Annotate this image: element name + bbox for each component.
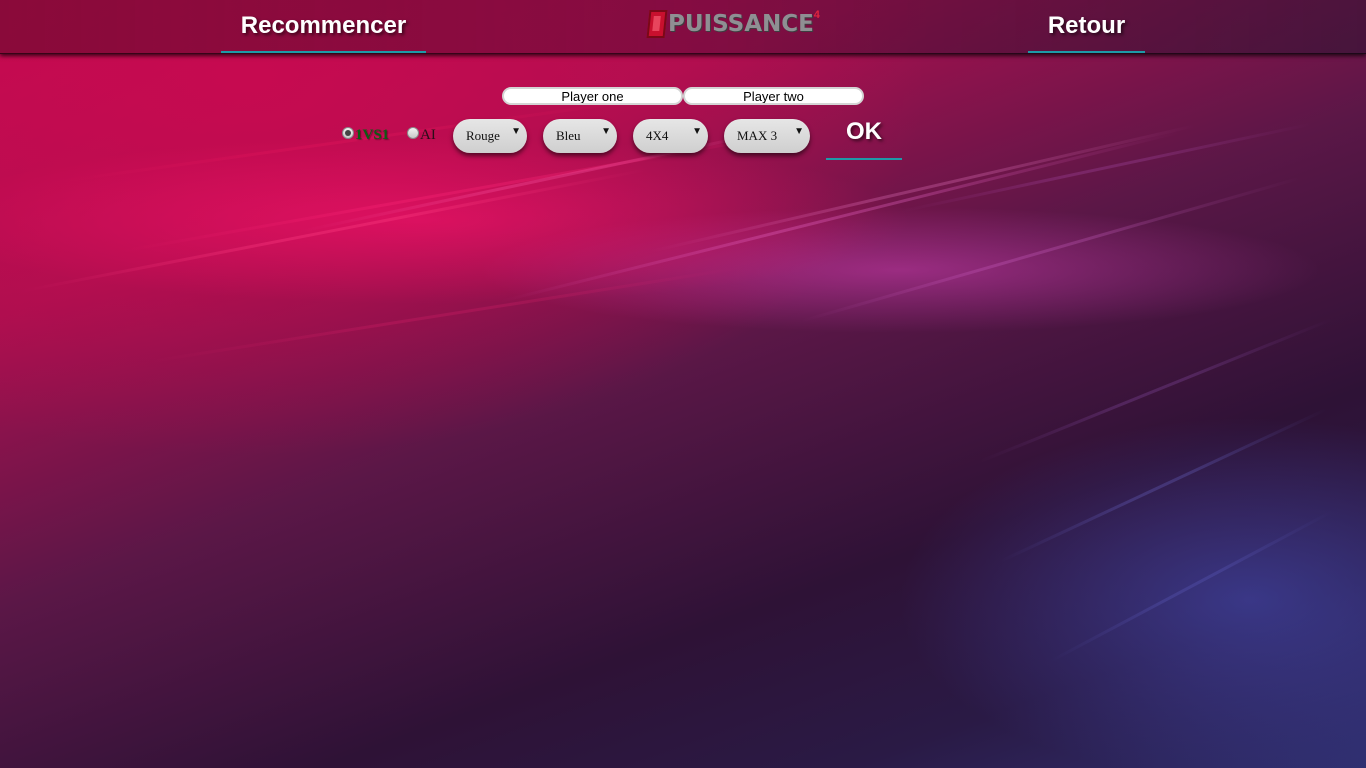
light-streak — [1049, 509, 1334, 663]
ok-button[interactable]: OK — [826, 112, 902, 160]
dropdown-arrow-icon: ▼ — [601, 126, 611, 137]
top-navbar: Recommencer PUISSANCE 4 Retour — [0, 0, 1366, 54]
mode-radio-1vs1[interactable]: 1VS1 — [342, 126, 389, 144]
select-value: Rouge — [466, 128, 500, 143]
dropdown-arrow-icon: ▼ — [511, 126, 521, 137]
player-two-color-select[interactable]: Bleu ▼ — [543, 119, 617, 153]
grid-size-select[interactable]: 4X4 ▼ — [633, 119, 708, 153]
light-streak — [149, 266, 743, 363]
restart-link[interactable]: Recommencer — [221, 0, 426, 53]
background-streaks — [0, 0, 1366, 768]
mode-label-ai: AI — [420, 126, 436, 143]
logo: PUISSANCE 4 — [646, 8, 820, 40]
light-streak — [19, 167, 649, 293]
player-two-name-input[interactable] — [683, 87, 864, 105]
mode-label-1vs1: 1VS1 — [355, 126, 390, 143]
logo-icon — [646, 10, 668, 38]
radio-button[interactable] — [407, 127, 419, 139]
light-streak — [899, 122, 1312, 213]
player-one-name-input[interactable] — [502, 87, 683, 105]
light-streak — [979, 317, 1333, 463]
select-value: 4X4 — [646, 128, 669, 143]
mode-radio-ai[interactable]: AI — [407, 126, 436, 144]
radio-button-checked[interactable] — [342, 127, 354, 139]
max-select[interactable]: MAX 3 ▼ — [724, 119, 810, 153]
logo-text: PUISSANCE — [668, 11, 814, 37]
select-value: Bleu — [556, 128, 581, 143]
dropdown-arrow-icon: ▼ — [794, 126, 804, 137]
dropdown-arrow-icon: ▼ — [692, 126, 702, 137]
logo-superscript: 4 — [813, 9, 820, 21]
player-one-color-select[interactable]: Rouge ▼ — [453, 119, 527, 153]
back-link[interactable]: Retour — [1028, 0, 1145, 53]
select-value: MAX 3 — [737, 128, 778, 143]
